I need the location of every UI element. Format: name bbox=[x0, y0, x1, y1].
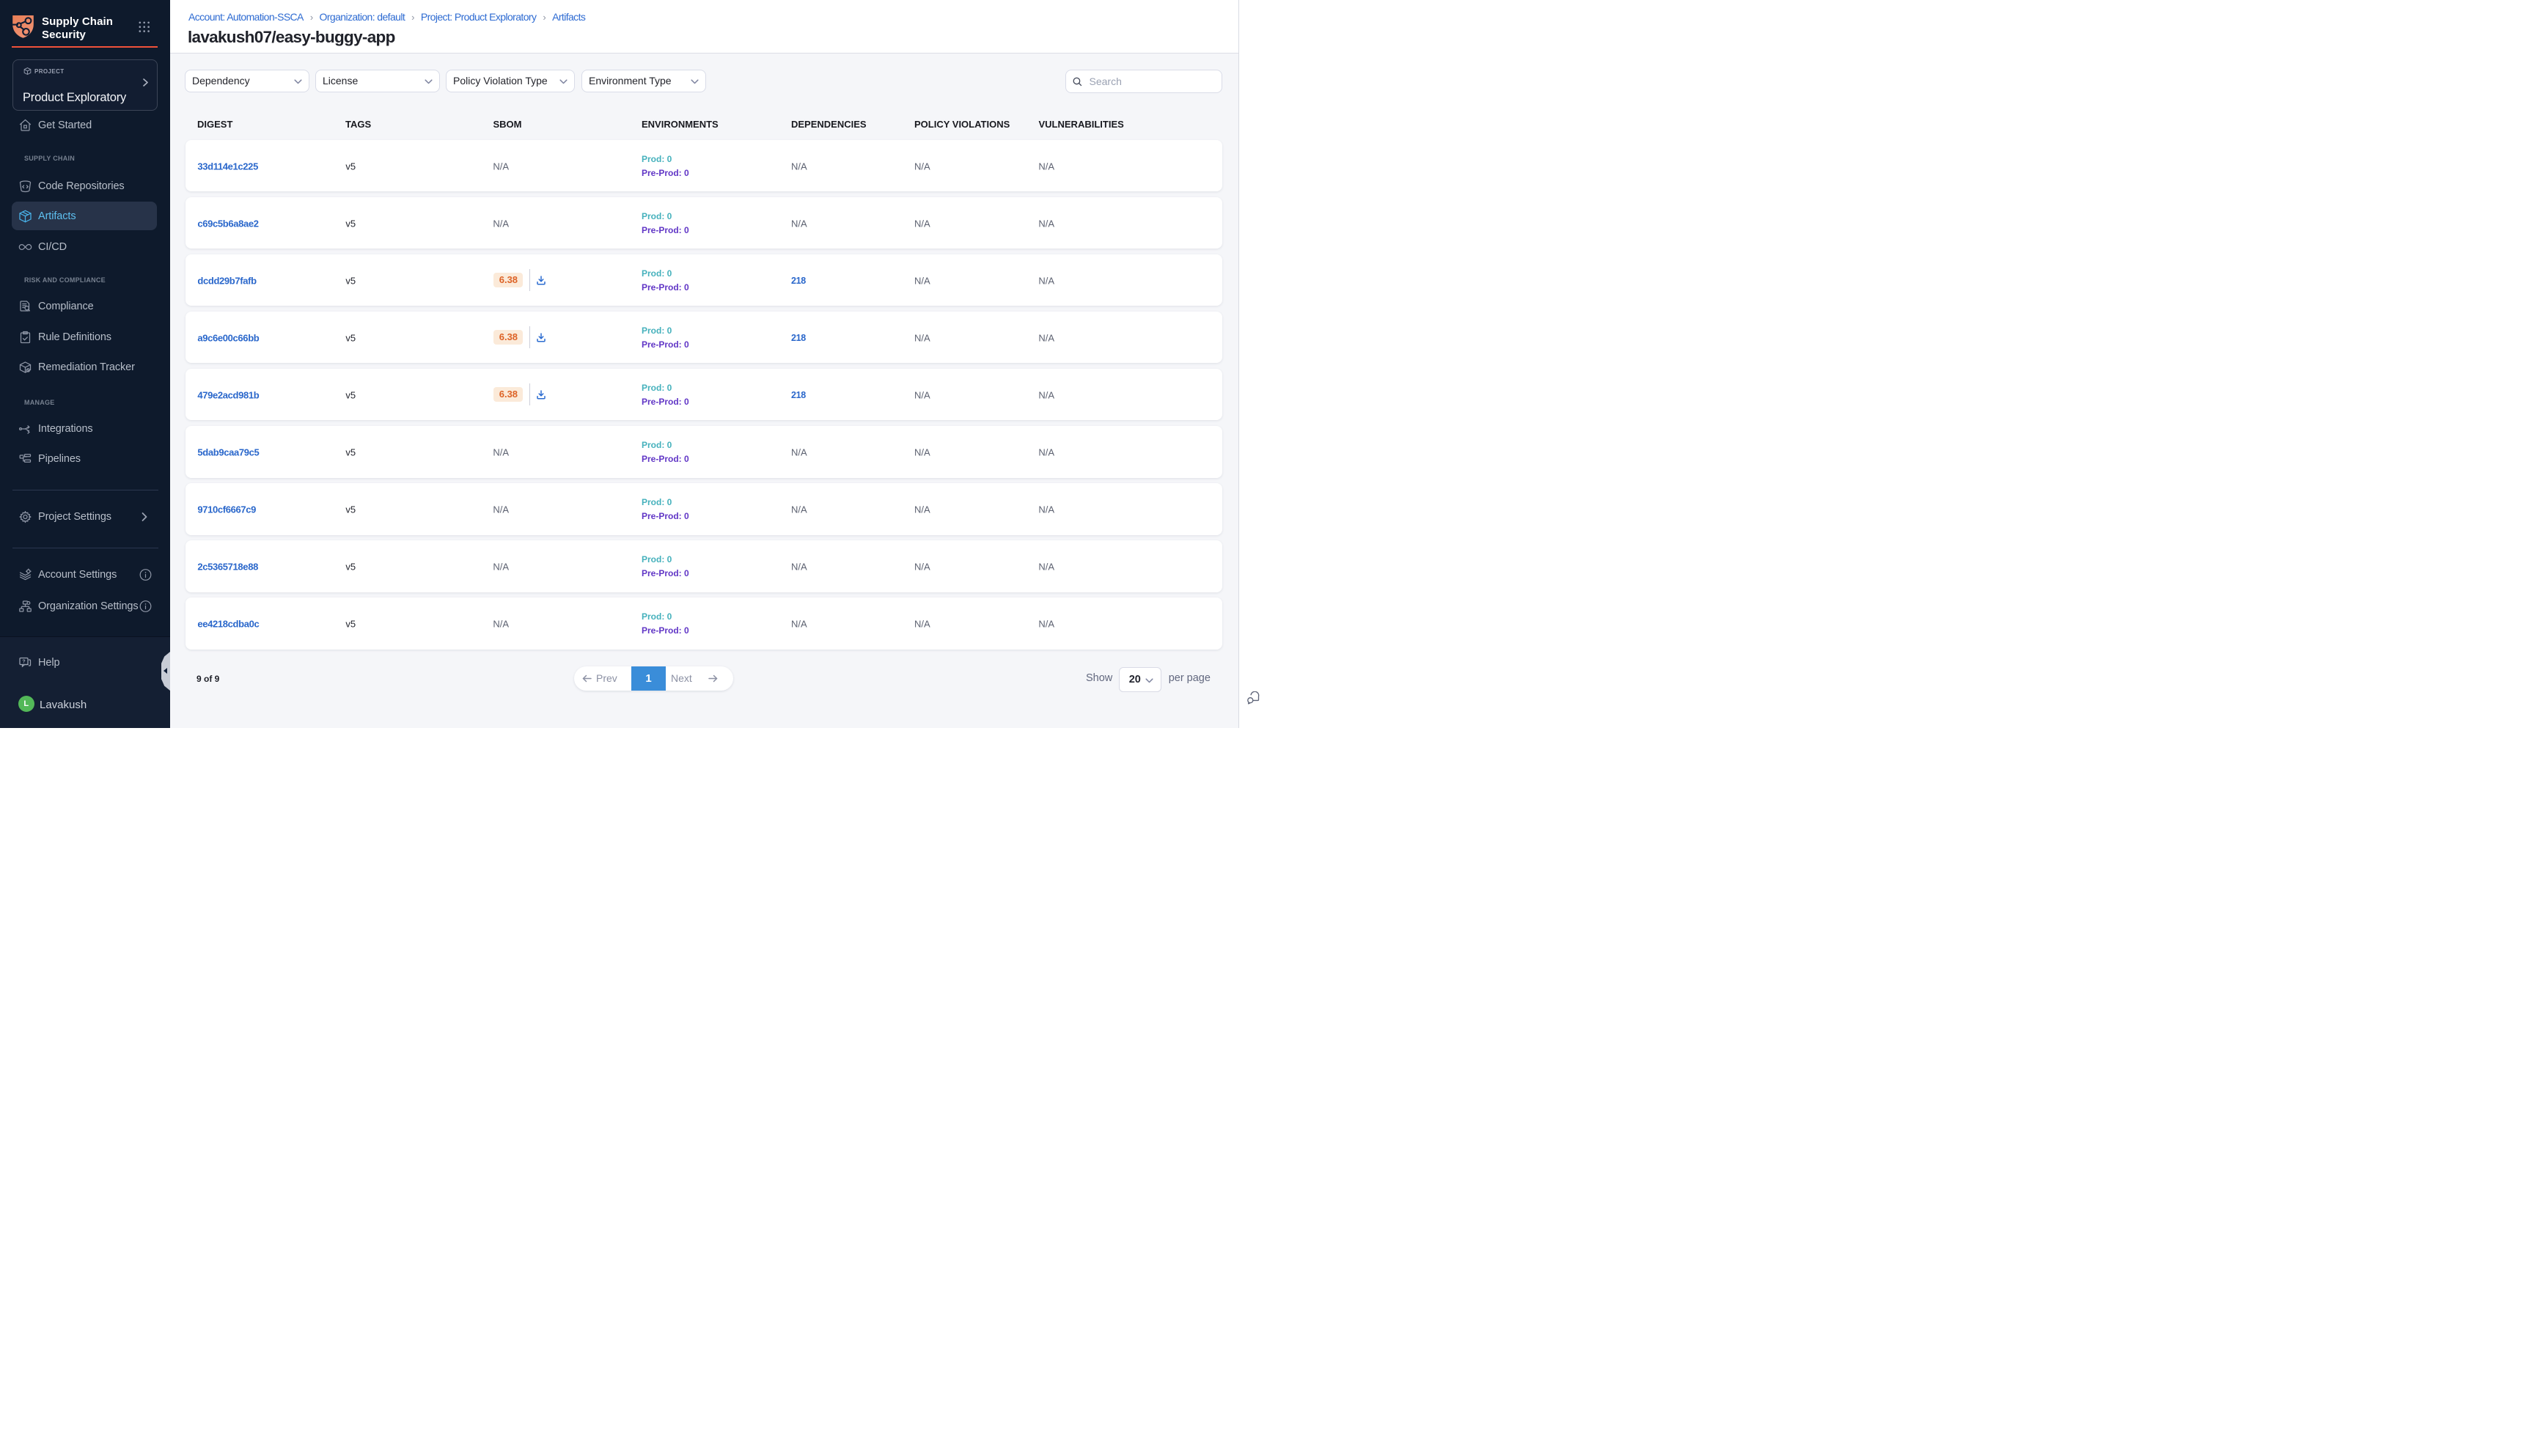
svg-text:?: ? bbox=[22, 660, 25, 665]
